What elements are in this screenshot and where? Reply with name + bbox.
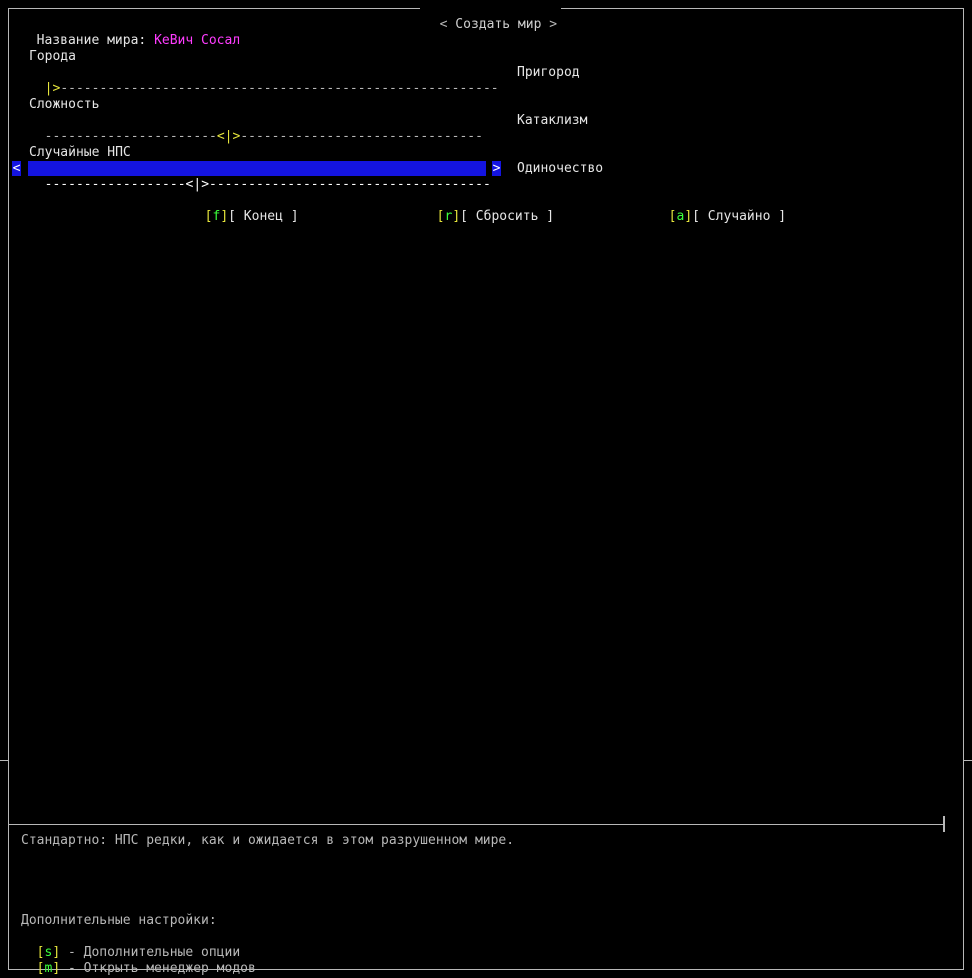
slider-difficulty-label: Сложность (29, 97, 100, 112)
mod-manager-item[interactable]: [m] - Открыть менеджер модов (21, 945, 256, 977)
panel-divider (9, 824, 945, 825)
divider-end-marker (943, 816, 945, 832)
slider-npc-left-arrow[interactable]: < (12, 161, 21, 176)
slider-npc-right-arrow[interactable]: > (492, 161, 501, 176)
window-title: < Создать мир > (420, 1, 562, 33)
slider-difficulty-value: Катаклизм (517, 113, 588, 128)
finish-button-label: [ Конец ] (228, 209, 299, 224)
world-name-label: Название мира: (36, 33, 155, 48)
slider-cities-track[interactable]: |>--------------------------------------… (29, 65, 499, 97)
option-description: Стандартно: НПС редки, как и ожидается в… (21, 833, 515, 848)
reset-button-label: [ Сбросить ] (460, 209, 555, 224)
window-title-text: Создать мир (447, 17, 550, 32)
mod-manager-label: - Открыть менеджер модов (60, 961, 256, 976)
slider-npc-value: Одиночество (517, 161, 604, 176)
slider-npc-marker[interactable]: <|> (186, 177, 209, 192)
slider-cities-label: Города (29, 49, 76, 64)
slider-difficulty-track[interactable]: ----------------------<|>---------------… (29, 113, 483, 145)
world-name-value[interactable]: КеВич Сосал (154, 33, 240, 48)
random-button-label: [ Случайно ] (692, 209, 787, 224)
finish-button[interactable]: [f][ Конец ] (189, 193, 299, 225)
right-side-tick (964, 760, 972, 761)
main-frame (8, 8, 964, 970)
slider-npc-track[interactable]: ------------------<|>-------------------… (29, 161, 491, 193)
left-side-tick (0, 760, 8, 761)
extra-settings-heading: Дополнительные настройки: (21, 913, 217, 928)
world-name-row[interactable]: Название мира: КеВич Сосал (21, 17, 241, 49)
reset-button[interactable]: [r][ Сбросить ] (421, 193, 554, 225)
slider-npc-label: Случайные НПС (29, 145, 131, 160)
slider-cities-marker[interactable]: |> (45, 81, 61, 96)
slider-difficulty-marker[interactable]: <|> (217, 129, 240, 144)
slider-cities-value: Пригород (517, 65, 580, 80)
random-button[interactable]: [a][ Случайно ] (653, 193, 786, 225)
